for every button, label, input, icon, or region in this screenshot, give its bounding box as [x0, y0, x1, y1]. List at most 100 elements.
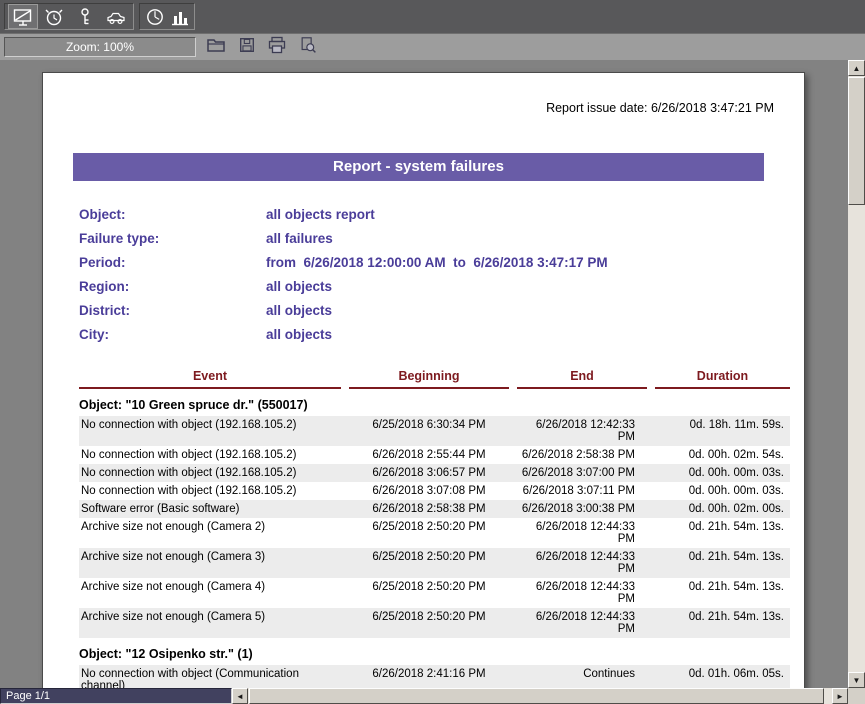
alarm-clock-icon — [43, 6, 65, 28]
beginning-cell: 6/26/2018 3:07:08 PM — [349, 485, 509, 497]
toolbar-group-report-types — [4, 3, 134, 30]
table-row: Archive size not enough (Camera 2)6/25/2… — [79, 518, 790, 548]
bar-chart-icon — [169, 6, 191, 28]
field-city: City: all objects — [79, 327, 804, 351]
field-district: District: all objects — [79, 303, 804, 327]
table-row: No connection with object (192.168.105.2… — [79, 446, 790, 464]
event-cell: No connection with object (192.168.105.2… — [79, 419, 341, 443]
horizontal-scrollbar[interactable]: ◄ ► — [232, 688, 848, 704]
scroll-left-arrow[interactable]: ◄ — [232, 688, 248, 704]
save-icon — [238, 36, 256, 59]
beginning-cell: 6/26/2018 2:55:44 PM — [349, 449, 509, 461]
toolbar-group-charts — [139, 3, 195, 30]
end-cell: 6/26/2018 3:07:11 PM — [517, 485, 647, 497]
group-header: Object: "12 Osipenko str." (1) — [79, 638, 790, 665]
field-label: Object: — [79, 207, 266, 231]
field-label: Failure type: — [79, 231, 266, 255]
field-label: City: — [79, 327, 266, 351]
duration-cell: 0d. 21h. 54m. 13s. — [655, 581, 790, 605]
vertical-scrollbar[interactable]: ▲ ▼ — [848, 60, 865, 688]
table-row: Archive size not enough (Camera 5) 6/25/2… — [79, 608, 790, 638]
gauge-icon — [144, 6, 166, 28]
open-button[interactable] — [204, 37, 228, 58]
field-label: Region: — [79, 279, 266, 303]
vehicle-report-button[interactable] — [102, 5, 130, 28]
duration-cell: 0d. 01h. 06m. 05s. — [655, 668, 790, 688]
time-report-button[interactable] — [40, 5, 68, 28]
duration-cell: 0d. 00h. 02m. 54s. — [655, 449, 790, 461]
print-button[interactable] — [265, 37, 289, 58]
field-region: Region: all objects — [79, 279, 804, 303]
column-header-duration: Duration — [655, 369, 790, 389]
duration-cell: 0d. 21h. 54m. 13s. — [655, 521, 790, 545]
column-header-end: End — [517, 369, 647, 389]
duration-cell: 0d. 00h. 00m. 03s. — [655, 467, 790, 479]
beginning-cell: 6/26/2018 2:41:16 PM — [349, 668, 509, 688]
event-cell: No connection with object (192.168.105.2… — [79, 467, 341, 479]
beginning-cell: 6/25/2018 2:50:20 PM — [349, 521, 509, 545]
end-cell: 6/26/2018 12:44:33 PM — [517, 611, 647, 635]
beginning-cell: 6/25/2018 2:50:20 PM — [349, 551, 509, 575]
scroll-down-arrow[interactable]: ▼ — [848, 672, 865, 688]
beginning-cell: 6/26/2018 3:06:57 PM — [349, 467, 509, 479]
horizontal-scrollbar-thumb[interactable] — [249, 688, 824, 704]
scroll-right-arrow[interactable]: ► — [832, 688, 848, 704]
scroll-up-arrow[interactable]: ▲ — [848, 60, 865, 76]
end-cell: 6/26/2018 12:44:33 PM — [517, 521, 647, 545]
beginning-cell: 6/25/2018 2:50:20 PM — [349, 611, 509, 635]
save-button[interactable] — [235, 37, 259, 58]
key-icon — [74, 6, 96, 28]
beginning-cell: 6/25/2018 6:30:34 PM — [349, 419, 509, 443]
event-cell: No connection with object (Communication… — [79, 668, 341, 688]
status-bar: Page 1/1 ◄ ► — [0, 688, 865, 704]
view-toolbar: Zoom: 100% — [0, 33, 865, 60]
duration-cell: 0d. 21h. 54m. 13s. — [655, 611, 790, 635]
report-table: Event Beginning End Duration Object: "10… — [79, 369, 790, 688]
table-row: No connection with object (Communication… — [79, 665, 790, 688]
field-value: all objects — [266, 279, 332, 303]
event-cell: No connection with object (192.168.105.2… — [79, 485, 341, 497]
key-report-button[interactable] — [71, 5, 99, 28]
report-title: Report - system failures — [73, 153, 764, 181]
duration-cell: 0d. 00h. 00m. 03s. — [655, 485, 790, 497]
zoom-field[interactable]: Zoom: 100% — [4, 37, 196, 57]
table-row: Archive size not enough (Camera 4) 6/25/2… — [79, 578, 790, 608]
field-value: all failures — [266, 231, 333, 255]
table-row: No connection with object (192.168.105.2… — [79, 464, 790, 482]
vertical-scrollbar-thumb[interactable] — [848, 77, 865, 205]
field-value: all objects report — [266, 207, 375, 231]
car-icon — [105, 6, 127, 28]
column-header-beginning: Beginning — [349, 369, 509, 389]
end-cell: 6/26/2018 12:44:33 PM — [517, 551, 647, 575]
report-preview-area: Report issue date: 6/26/2018 3:47:21 PM … — [0, 60, 848, 688]
event-cell: Archive size not enough (Camera 4) — [79, 581, 341, 605]
table-row: Software error (Basic software) 6/26/2018… — [79, 500, 790, 518]
gauge-report-button[interactable] — [142, 5, 167, 28]
event-cell: Software error (Basic software) — [79, 503, 341, 515]
duration-cell: 0d. 18h. 11m. 59s. — [655, 419, 790, 443]
preview-icon — [299, 36, 317, 59]
page-indicator: Page 1/1 — [0, 688, 232, 704]
beginning-cell: 6/26/2018 2:58:38 PM — [349, 503, 509, 515]
table-row: No connection with object (192.168.105.2… — [79, 416, 790, 446]
table-row: Archive size not enough (Camera 3) 6/25/2… — [79, 548, 790, 578]
table-header-row: Event Beginning End Duration — [79, 369, 790, 389]
monitor-icon — [12, 6, 34, 28]
preview-button[interactable] — [296, 37, 320, 58]
event-cell: Archive size not enough (Camera 5) — [79, 611, 341, 635]
system-failures-report-button[interactable] — [9, 5, 37, 28]
report-page: Report issue date: 6/26/2018 3:47:21 PM … — [42, 72, 805, 688]
end-cell: 6/26/2018 2:58:38 PM — [517, 449, 647, 461]
chart-report-button[interactable] — [167, 5, 192, 28]
beginning-cell: 6/25/2018 2:50:20 PM — [349, 581, 509, 605]
end-cell: 6/26/2018 3:07:00 PM — [517, 467, 647, 479]
duration-cell: 0d. 21h. 54m. 13s. — [655, 551, 790, 575]
event-cell: No connection with object (192.168.105.2… — [79, 449, 341, 461]
group-header: Object: "10 Green spruce dr." (550017) — [79, 389, 790, 416]
open-folder-icon — [206, 36, 226, 59]
event-cell: Archive size not enough (Camera 3) — [79, 551, 341, 575]
field-failure-type: Failure type: all failures — [79, 231, 804, 255]
field-value: all objects — [266, 327, 332, 351]
report-table-body: Object: "10 Green spruce dr." (550017) No… — [79, 389, 790, 688]
report-filter-fields: Object: all objects report Failure type:… — [79, 207, 804, 351]
